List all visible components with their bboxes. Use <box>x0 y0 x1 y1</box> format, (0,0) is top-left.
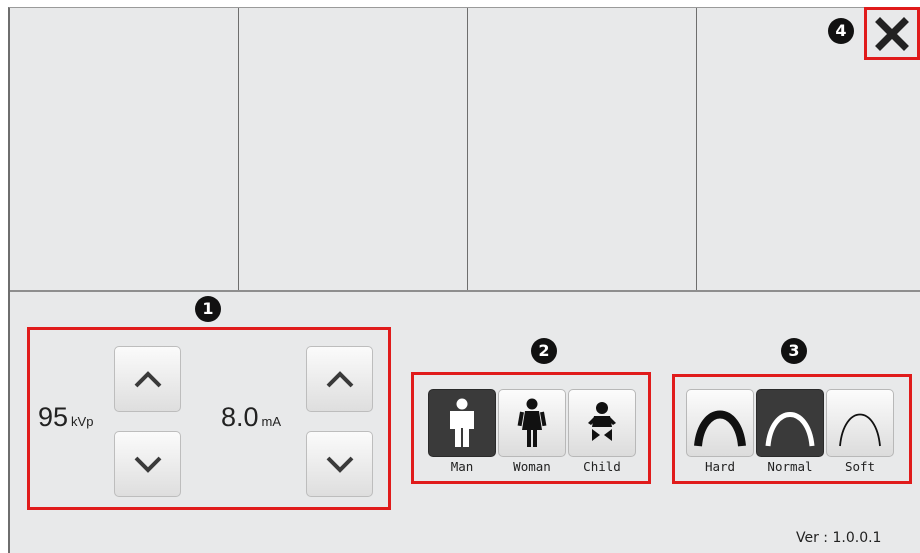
normal-curve-icon <box>765 412 815 447</box>
callout-badge-3: 3 <box>781 338 807 364</box>
filter-hard-button[interactable]: Hard <box>686 389 754 475</box>
patient-man-label: Man <box>450 459 474 474</box>
close-icon <box>875 16 909 51</box>
soft-curve-icon <box>839 413 881 447</box>
ma-up-button[interactable] <box>306 346 373 412</box>
ma-readout: 8.0 mA <box>221 402 281 433</box>
filter-normal-label: Normal <box>767 459 813 474</box>
kvp-down-button[interactable] <box>114 431 181 497</box>
callout-badge-1: 1 <box>195 296 221 322</box>
close-button[interactable] <box>866 9 918 58</box>
chevron-down-icon <box>134 456 161 473</box>
filter-soft-button[interactable]: Soft <box>826 389 894 475</box>
panel-divider <box>696 8 697 290</box>
patient-woman-button[interactable]: Woman <box>498 389 566 475</box>
kvp-value: 95 <box>38 402 69 432</box>
patient-child-button[interactable]: Child <box>568 389 636 475</box>
ma-unit: mA <box>261 414 282 429</box>
chevron-up-icon <box>326 371 353 388</box>
callout-badge-2: 2 <box>531 338 557 364</box>
hard-curve-icon <box>694 410 746 447</box>
kvp-up-button[interactable] <box>114 346 181 412</box>
panel-divider <box>238 8 239 290</box>
woman-icon <box>517 398 547 447</box>
ma-down-button[interactable] <box>306 431 373 497</box>
filter-hard-label: Hard <box>704 459 736 474</box>
filter-soft-label: Soft <box>844 459 876 474</box>
patient-child-label: Child <box>583 459 621 474</box>
callout-badge-4: 4 <box>828 18 854 44</box>
version-label: Ver : 1.0.0.1 <box>796 530 882 546</box>
filter-normal-button[interactable]: Normal <box>756 389 824 475</box>
man-icon <box>450 398 474 447</box>
panel-divider <box>467 8 468 290</box>
patient-woman-label: Woman <box>513 459 551 474</box>
ma-value: 8.0 <box>221 402 259 432</box>
kvp-unit: kVp <box>71 414 94 429</box>
child-icon <box>588 402 616 441</box>
image-panels <box>10 8 920 292</box>
patient-man-button[interactable]: Man <box>428 389 496 475</box>
chevron-up-icon <box>134 371 161 388</box>
kvp-readout: 95 kVp <box>38 402 93 433</box>
chevron-down-icon <box>326 456 353 473</box>
